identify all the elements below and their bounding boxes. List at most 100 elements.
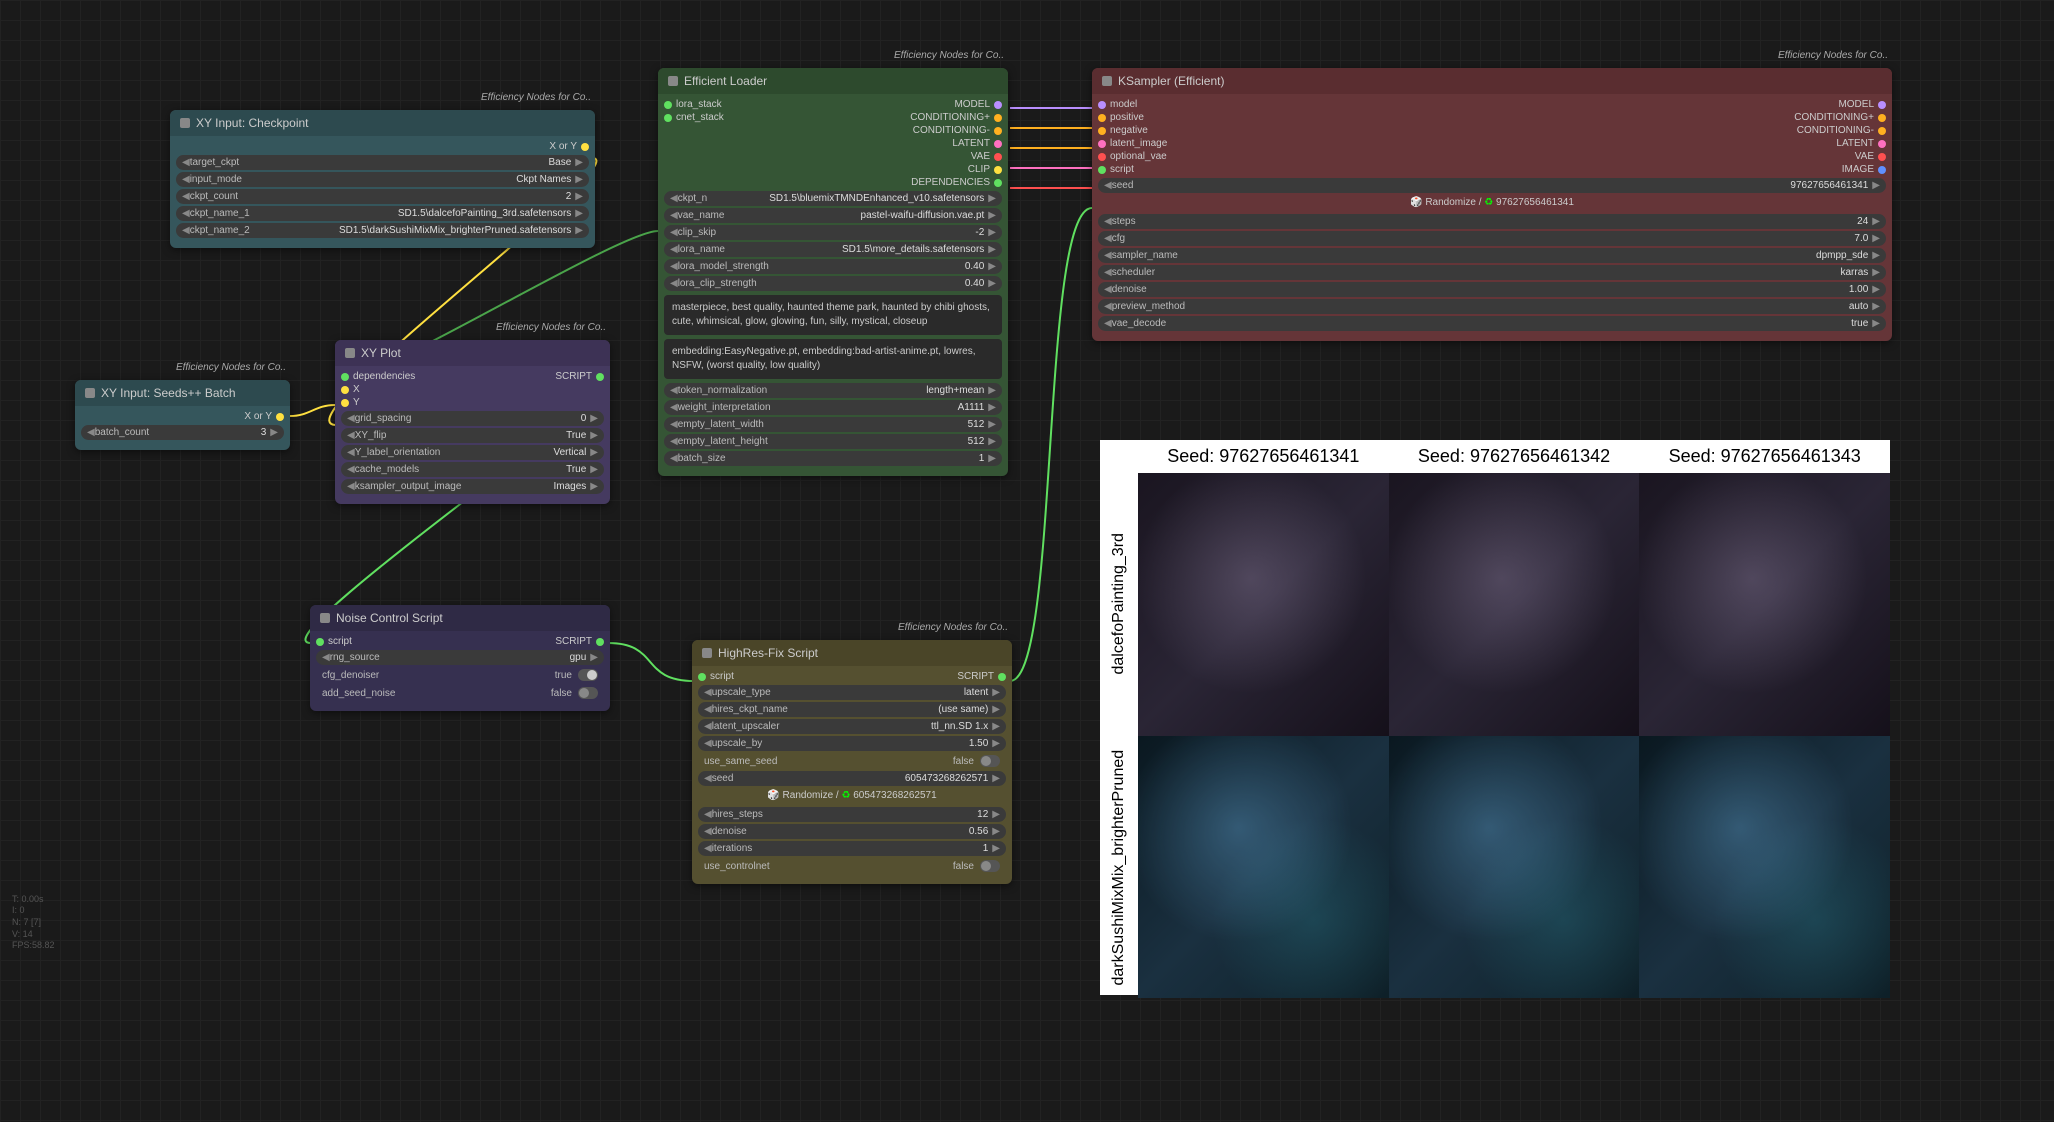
param-vae_decode[interactable]: ◀vae_decodetrue▶	[1098, 316, 1886, 331]
arrow-left-icon[interactable]: ◀	[347, 481, 355, 492]
arrow-left-icon[interactable]: ◀	[670, 419, 678, 430]
collapse-icon[interactable]	[668, 76, 678, 86]
param-lora_name[interactable]: ◀lora_nameSD1.5\more_details.safetensors…	[664, 242, 1002, 257]
arrow-left-icon[interactable]: ◀	[670, 453, 678, 464]
param-sampler_name[interactable]: ◀sampler_namedpmpp_sde▶	[1098, 248, 1886, 263]
arrow-right-icon[interactable]: ▶	[992, 809, 1000, 820]
param-empty_latent_height[interactable]: ◀empty_latent_height512▶	[664, 434, 1002, 449]
param-scheduler[interactable]: ◀schedulerkarras▶	[1098, 265, 1886, 280]
param-upscale_by[interactable]: ◀upscale_by1.50▶	[698, 736, 1006, 751]
arrow-left-icon[interactable]: ◀	[670, 385, 678, 396]
port-dot[interactable]	[994, 114, 1002, 122]
positive-prompt[interactable]: masterpiece, best quality, haunted theme…	[664, 295, 1002, 335]
param-Y_label_orientation[interactable]: ◀Y_label_orientationVertical▶	[341, 445, 604, 460]
arrow-left-icon[interactable]: ◀	[704, 809, 712, 820]
node-noise-control[interactable]: Noise Control Script scriptSCRIPT ◀rng_s…	[310, 605, 610, 711]
arrow-right-icon[interactable]: ▶	[1872, 180, 1880, 191]
arrow-right-icon[interactable]: ▶	[575, 191, 583, 202]
arrow-left-icon[interactable]: ◀	[182, 174, 190, 185]
port-dot[interactable]	[994, 140, 1002, 148]
port-dot[interactable]	[1878, 127, 1886, 135]
param-batch_size[interactable]: ◀batch_size1▶	[664, 451, 1002, 466]
port-dot[interactable]	[1098, 166, 1106, 174]
arrow-right-icon[interactable]: ▶	[590, 413, 598, 424]
node-xy-plot[interactable]: Efficiency Nodes for Co.. XY Plot depend…	[335, 340, 610, 504]
param-lora_model_strength[interactable]: ◀lora_model_strength0.40▶	[664, 259, 1002, 274]
arrow-right-icon[interactable]: ▶	[992, 843, 1000, 854]
arrow-left-icon[interactable]: ◀	[1104, 180, 1112, 191]
port-dot[interactable]	[341, 386, 349, 394]
arrow-left-icon[interactable]: ◀	[704, 773, 712, 784]
arrow-left-icon[interactable]: ◀	[704, 843, 712, 854]
arrow-left-icon[interactable]: ◀	[1104, 284, 1112, 295]
arrow-left-icon[interactable]: ◀	[704, 687, 712, 698]
param-lora_clip_strength[interactable]: ◀lora_clip_strength0.40▶	[664, 276, 1002, 291]
param-ckpt_name_1[interactable]: ◀ckpt_name_1SD1.5\dalcefoPainting_3rd.sa…	[176, 206, 589, 221]
toggle-switch[interactable]	[980, 860, 1000, 872]
titlebar[interactable]: Noise Control Script	[310, 605, 610, 631]
param-empty_latent_width[interactable]: ◀empty_latent_width512▶	[664, 417, 1002, 432]
param-cfg[interactable]: ◀cfg7.0▶	[1098, 231, 1886, 246]
param-iterations[interactable]: ◀iterations1▶	[698, 841, 1006, 856]
port-dot[interactable]	[596, 373, 604, 381]
arrow-left-icon[interactable]: ◀	[670, 244, 678, 255]
param-batch_count[interactable]: ◀batch_count3▶	[81, 425, 284, 440]
port-dot[interactable]	[581, 143, 589, 151]
node-highres-fix[interactable]: Efficiency Nodes for Co.. HighRes-Fix Sc…	[692, 640, 1012, 884]
randomize-row[interactable]: 🎲 Randomize / ♻ 97627656461341	[1098, 195, 1886, 212]
arrow-left-icon[interactable]: ◀	[87, 427, 95, 438]
param-latent_upscaler[interactable]: ◀latent_upscalerttl_nn.SD 1.x▶	[698, 719, 1006, 734]
param-vae_name[interactable]: ◀vae_namepastel-waifu-diffusion.vae.pt▶	[664, 208, 1002, 223]
arrow-right-icon[interactable]: ▶	[1872, 233, 1880, 244]
port-dot[interactable]	[341, 373, 349, 381]
node-xy-seeds[interactable]: Efficiency Nodes for Co.. XY Input: Seed…	[75, 380, 290, 450]
arrow-right-icon[interactable]: ▶	[988, 227, 996, 238]
toggle-cfg_denoiser[interactable]: cfg_denoisertrue	[316, 667, 604, 683]
port-dot[interactable]	[994, 127, 1002, 135]
param-preview_method[interactable]: ◀preview_methodauto▶	[1098, 299, 1886, 314]
toggle-switch[interactable]	[578, 669, 598, 681]
port-dot[interactable]	[1878, 140, 1886, 148]
port-dot[interactable]	[994, 166, 1002, 174]
toggle-use_same_seed[interactable]: use_same_seedfalse	[698, 753, 1006, 769]
param-ckpt_name[interactable]: ◀ckpt_nSD1.5\bluemixTMNDEnhanced_v10.saf…	[664, 191, 1002, 206]
arrow-left-icon[interactable]: ◀	[182, 225, 190, 236]
arrow-left-icon[interactable]: ◀	[1104, 267, 1112, 278]
arrow-right-icon[interactable]: ▶	[1872, 267, 1880, 278]
port-dot[interactable]	[994, 101, 1002, 109]
arrow-left-icon[interactable]: ◀	[670, 278, 678, 289]
toggle-switch[interactable]	[578, 687, 598, 699]
toggle-use_controlnet[interactable]: use_controlnetfalse	[698, 858, 1006, 874]
param-XY_flip[interactable]: ◀XY_flipTrue▶	[341, 428, 604, 443]
arrow-right-icon[interactable]: ▶	[988, 419, 996, 430]
param-ksampler_output_image[interactable]: ◀ksampler_output_imageImages▶	[341, 479, 604, 494]
param-denoise[interactable]: ◀denoise0.56▶	[698, 824, 1006, 839]
port-dot[interactable]	[276, 413, 284, 421]
arrow-right-icon[interactable]: ▶	[575, 225, 583, 236]
port-dot[interactable]	[1878, 114, 1886, 122]
node-xy-checkpoint[interactable]: Efficiency Nodes for Co.. XY Input: Chec…	[170, 110, 595, 248]
collapse-icon[interactable]	[1102, 76, 1112, 86]
arrow-right-icon[interactable]: ▶	[988, 193, 996, 204]
collapse-icon[interactable]	[702, 648, 712, 658]
arrow-right-icon[interactable]: ▶	[992, 773, 1000, 784]
arrow-right-icon[interactable]: ▶	[988, 261, 996, 272]
port-dot[interactable]	[1878, 153, 1886, 161]
arrow-right-icon[interactable]: ▶	[590, 652, 598, 663]
arrow-right-icon[interactable]: ▶	[992, 738, 1000, 749]
arrow-left-icon[interactable]: ◀	[1104, 301, 1112, 312]
arrow-left-icon[interactable]: ◀	[704, 738, 712, 749]
arrow-right-icon[interactable]: ▶	[270, 427, 278, 438]
titlebar[interactable]: HighRes-Fix Script	[692, 640, 1012, 666]
arrow-left-icon[interactable]: ◀	[704, 704, 712, 715]
arrow-left-icon[interactable]: ◀	[704, 721, 712, 732]
titlebar[interactable]: XY Plot	[335, 340, 610, 366]
arrow-left-icon[interactable]: ◀	[182, 208, 190, 219]
arrow-left-icon[interactable]: ◀	[670, 227, 678, 238]
param-cache_models[interactable]: ◀cache_modelsTrue▶	[341, 462, 604, 477]
port-dot[interactable]	[1098, 114, 1106, 122]
arrow-right-icon[interactable]: ▶	[992, 721, 1000, 732]
arrow-right-icon[interactable]: ▶	[1872, 216, 1880, 227]
arrow-right-icon[interactable]: ▶	[992, 826, 1000, 837]
arrow-right-icon[interactable]: ▶	[1872, 284, 1880, 295]
